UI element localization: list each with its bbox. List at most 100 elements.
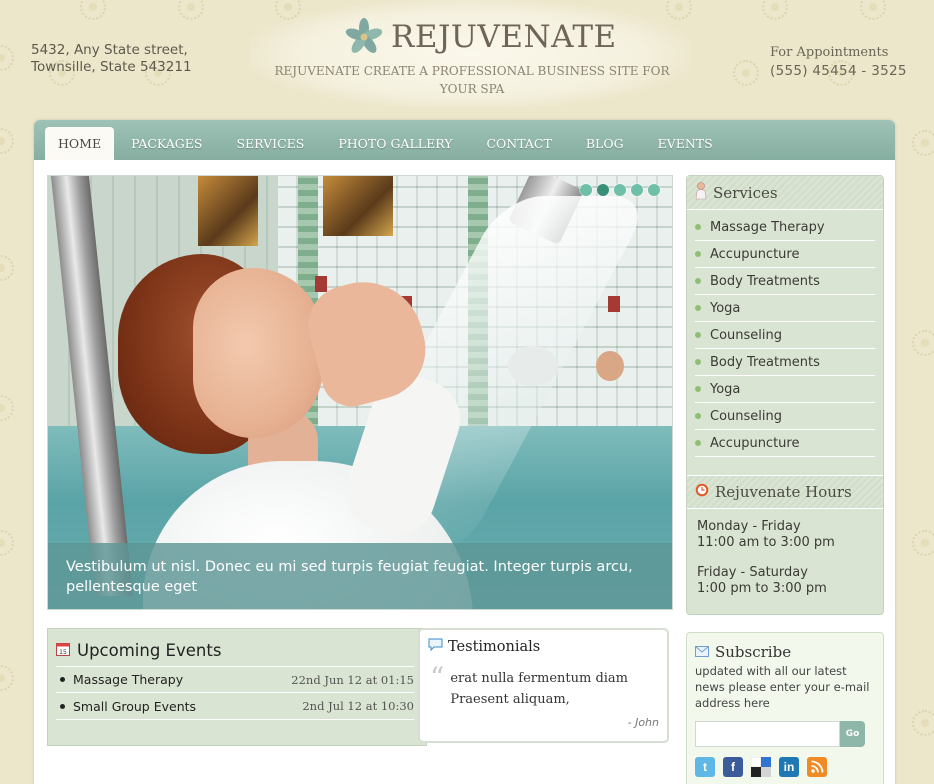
event-row[interactable]: Massage Therapy 22nd Jun 12 at 01:15	[56, 666, 414, 693]
slider-dot[interactable]	[648, 184, 660, 196]
services-title: Services	[713, 183, 778, 202]
testimonial-body: “ erat nulla fermentum diam Praesent ali…	[420, 656, 667, 710]
quote-icon: “	[430, 661, 445, 694]
service-item[interactable]: Body Treatments	[695, 268, 875, 295]
services-sidebar: Services Massage Therapy Accupuncture Bo…	[686, 175, 884, 615]
background-pattern	[0, 128, 14, 154]
nav-photo-gallery[interactable]: PHOTO GALLERY	[321, 136, 469, 160]
hero-slider[interactable]: Vestibulum ut nisl. Donec eu mi sed turp…	[47, 175, 673, 610]
go-button[interactable]: Go	[840, 721, 865, 747]
linkedin-icon[interactable]: in	[779, 757, 799, 777]
service-item[interactable]: Accupuncture	[695, 241, 875, 268]
service-label: Body Treatments	[710, 273, 820, 289]
background-pattern	[912, 330, 934, 356]
event-name: Small Group Events	[73, 698, 197, 714]
slider-dot[interactable]	[580, 184, 592, 196]
background-pattern	[0, 255, 14, 281]
rss-icon[interactable]	[807, 757, 827, 777]
nav-blog[interactable]: BLOG	[569, 136, 641, 160]
upcoming-events: 15 Upcoming Events Massage Therapy 22nd …	[47, 628, 427, 746]
phone-number: (555) 45454 - 3525	[770, 63, 907, 79]
service-item[interactable]: Counseling	[695, 403, 875, 430]
subscribe-title: Subscribe	[715, 643, 792, 661]
main-container: HOME PACKAGES SERVICES PHOTO GALLERY CON…	[34, 120, 895, 784]
bullet-icon	[60, 677, 65, 682]
hours-title: Rejuvenate Hours	[715, 483, 852, 501]
slide-decor	[198, 176, 258, 246]
background-pattern	[0, 395, 14, 421]
service-label: Counseling	[710, 327, 782, 343]
hours-days: Monday - Friday	[697, 519, 801, 534]
events-title: Upcoming Events	[77, 641, 222, 660]
main-nav: HOME PACKAGES SERVICES PHOTO GALLERY CON…	[34, 120, 895, 160]
event-row[interactable]: Small Group Events 2nd Jul 12 at 10:30	[56, 693, 414, 720]
bullet-icon	[695, 278, 701, 284]
email-input[interactable]	[695, 721, 840, 747]
event-date: 2nd Jul 12 at 10:30	[302, 699, 414, 713]
testimonial-author: - John	[627, 716, 659, 729]
service-label: Body Treatments	[710, 354, 820, 370]
hours-block: Monday - Friday 11:00 am to 3:00 pm	[697, 519, 873, 551]
social-icons: t f in	[695, 757, 875, 777]
bullet-icon	[695, 359, 701, 365]
appointments-label: For Appointments	[770, 45, 889, 60]
nav-packages[interactable]: PACKAGES	[114, 136, 219, 160]
service-label: Massage Therapy	[710, 219, 825, 235]
service-item[interactable]: Yoga	[695, 295, 875, 322]
lotus-icon	[345, 18, 383, 56]
background-pattern	[912, 530, 934, 556]
testimonials-title: Testimonials	[448, 639, 541, 655]
service-item[interactable]: Massage Therapy	[695, 214, 875, 241]
hours-time: 1:00 pm to 3:00 pm	[697, 581, 827, 596]
event-name-wrap: Massage Therapy	[56, 672, 183, 687]
address-line-1: 5432, Any State street,	[31, 42, 188, 58]
subscribe-box: Subscribe updated with all our latest ne…	[686, 632, 884, 784]
bullet-icon	[695, 386, 701, 392]
site-header: 5432, Any State street, Townsille, State…	[0, 0, 934, 118]
testimonial-quote: erat nulla fermentum diam Praesent aliqu…	[450, 671, 629, 707]
slider-pagination	[580, 184, 660, 196]
bullet-icon	[695, 224, 701, 230]
services-header: Services	[687, 176, 883, 210]
service-item[interactable]: Yoga	[695, 376, 875, 403]
delicious-icon[interactable]	[751, 757, 771, 777]
tagline: REJUVENATE CREATE A PROFESSIONAL BUSINES…	[274, 64, 670, 96]
testimonials-header: Testimonials	[420, 630, 667, 656]
bullet-icon	[60, 703, 65, 709]
nav-contact[interactable]: CONTACT	[469, 136, 568, 160]
service-label: Yoga	[710, 300, 741, 316]
service-label: Yoga	[710, 381, 741, 397]
event-name-wrap: Small Group Events	[56, 699, 196, 714]
person-icon	[695, 181, 707, 204]
slider-caption: Vestibulum ut nisl. Donec eu mi sed turp…	[48, 543, 672, 609]
event-date: 22nd Jun 12 at 01:15	[291, 672, 414, 687]
slider-dot[interactable]	[631, 184, 643, 196]
logo[interactable]: REJUVENATE	[345, 18, 617, 56]
envelope-icon	[695, 643, 709, 661]
nav-events[interactable]: EVENTS	[641, 136, 730, 160]
slide-decor	[596, 351, 624, 381]
slider-dot-active[interactable]	[597, 184, 609, 196]
background-pattern	[912, 710, 934, 736]
speech-bubble-icon	[428, 638, 443, 656]
nav-services[interactable]: SERVICES	[219, 136, 321, 160]
address: 5432, Any State street, Townsille, State…	[31, 42, 192, 76]
twitter-icon[interactable]: t	[695, 757, 715, 777]
hours-list: Monday - Friday 11:00 am to 3:00 pm Frid…	[687, 509, 883, 597]
nav-home[interactable]: HOME	[45, 127, 115, 160]
service-item[interactable]: Body Treatments	[695, 349, 875, 376]
hours-time: 11:00 am to 3:00 pm	[697, 535, 835, 550]
subscribe-header: Subscribe	[695, 643, 875, 661]
hours-days: Friday - Saturday	[697, 565, 808, 580]
events-list: Massage Therapy 22nd Jun 12 at 01:15 Sma…	[48, 666, 426, 720]
events-header: 15 Upcoming Events	[48, 629, 426, 660]
service-item[interactable]: Accupuncture	[695, 430, 875, 457]
bullet-icon	[695, 251, 701, 257]
calendar-icon: 15	[56, 641, 70, 660]
slide-decor	[323, 176, 393, 236]
appointments: For Appointments (555) 45454 - 3525	[770, 45, 907, 79]
service-item[interactable]: Counseling	[695, 322, 875, 349]
facebook-icon[interactable]: f	[723, 757, 743, 777]
slider-dot[interactable]	[614, 184, 626, 196]
slide-face	[193, 268, 323, 438]
